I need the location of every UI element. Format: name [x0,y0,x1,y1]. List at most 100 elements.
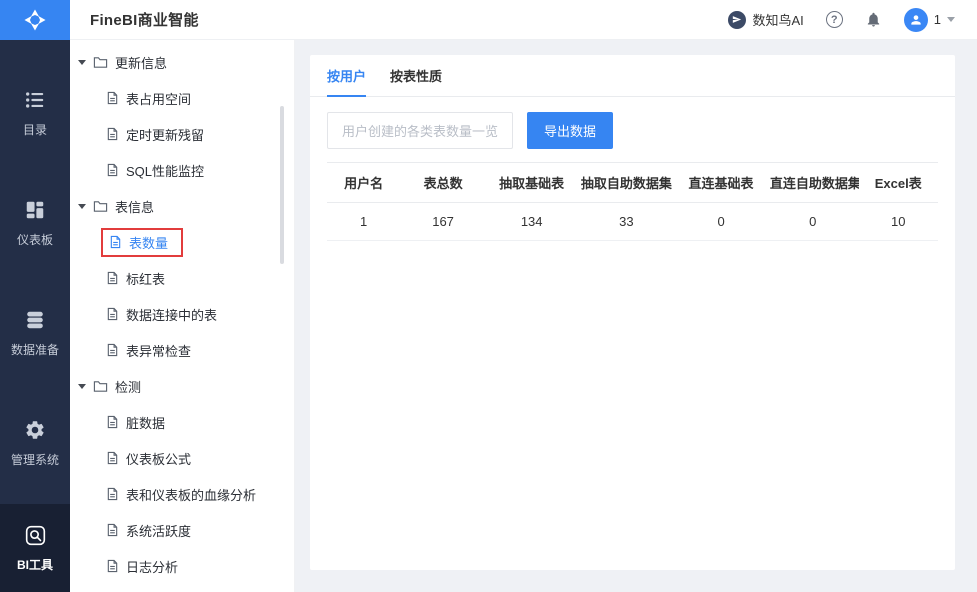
sidebar-item-label: 数据准备 [10,342,59,357]
col-header-total-tables: 表总数 [400,162,486,203]
user-badge-count: 1 [933,12,941,27]
tree-item-data-connection-tables[interactable]: 数据连接中的表 [70,296,294,332]
tree-item-scheduled-update-residue[interactable]: 定时更新残留 [70,116,294,152]
tab-by-user[interactable]: 按用户 [327,55,367,97]
tree-item-dashboard-formulas[interactable]: 仪表板公式 [70,440,294,476]
cell-extract-selfservice: 33 [577,202,676,241]
tree-group-table-info[interactable]: 表信息 [70,188,294,224]
tree-group-update-info[interactable]: 更新信息 [70,44,294,80]
caret-down-icon [78,203,86,209]
sidebar-item-dashboard[interactable]: 仪表板 [0,168,70,278]
sidebar-item-directory[interactable]: 目录 [0,58,70,168]
tree-item-label: 日志分析 [126,559,179,575]
tree-item-label: SQL性能监控 [126,163,205,179]
sidebar-item-label: BI工具 [16,557,53,572]
tree-group-label: 更新信息 [115,55,168,71]
document-icon [107,307,118,321]
main-content: 按用户 按表性质 用户创建的各类表数量一览 导出数据 用户名 表总数 抽取基础表… [295,40,977,592]
tree-item-label: 仪表板公式 [126,451,192,467]
tree-item-system-activity[interactable]: 系统活跃度 [70,512,294,548]
caret-down-icon [78,59,86,65]
col-header-extract-base: 抽取基础表 [485,162,578,203]
tree-item-label: 定时更新残留 [126,127,205,143]
header-actions: 数知鸟AI ? 1 [728,7,955,32]
chevron-down-icon [947,17,955,22]
tree-item-label: 标红表 [126,271,166,287]
sidebar-item-label: 仪表板 [16,232,53,247]
cell-direct-base: 0 [675,202,767,241]
tree-item-red-marked-tables[interactable]: 标红表 [70,260,294,296]
tree-item-table-count[interactable]: 表数量 [70,224,294,260]
tree-item-label: 表和仪表板的血缘分析 [126,487,257,503]
cell-direct-selfservice: 0 [766,202,859,241]
tree-group-detection[interactable]: 检测 [70,368,294,404]
document-icon [107,163,118,177]
ai-assistant-label: 数知鸟AI [752,13,804,28]
cell-extract-base: 134 [485,202,578,241]
app-logo[interactable] [0,0,70,40]
tree-item-log-analysis[interactable]: 日志分析 [70,548,294,584]
col-header-excel: Excel表 [858,162,938,203]
document-icon [110,235,121,249]
user-avatar [903,7,928,32]
table-description: 用户创建的各类表数量一览 [327,112,514,149]
folder-icon [93,57,108,68]
tree-scrollbar[interactable] [280,106,284,264]
tab-by-table-type[interactable]: 按表性质 [390,55,442,96]
table-header-row: 用户名 表总数 抽取基础表 抽取自助数据集 直连基础表 直连自助数据集 Exce… [327,162,938,203]
bi-tools-magnifier-icon [24,524,47,547]
tree-item-label: 表占用空间 [126,91,192,107]
dashboard-grid-icon [24,199,46,221]
col-header-username: 用户名 [327,162,401,203]
document-icon [107,127,118,141]
table-row: 1 167 134 33 0 0 10 [327,202,938,241]
sidebar-item-label: 目录 [22,122,47,137]
tree-item-table-space-usage[interactable]: 表占用空间 [70,80,294,116]
tree-group-label: 检测 [115,379,142,395]
database-icon [24,309,46,331]
finebi-logo-icon [24,9,46,31]
tree-item-table-exception-check[interactable]: 表异常检查 [70,332,294,368]
help-icon[interactable]: ? [825,11,843,28]
notification-bell-icon[interactable] [865,11,882,28]
sidebar-item-label: 管理系统 [10,452,59,467]
caret-down-icon [78,383,86,389]
sidebar-item-bi-tools[interactable]: BI工具 [0,504,70,592]
tool-tree-panel: 更新信息 表占用空间 定时更新残留 SQL性能监控 表信息 表数量 标红表 数据… [70,40,295,592]
app-title: FineBI商业智能 [90,12,199,29]
export-data-button[interactable]: 导出数据 [527,112,614,149]
table-toolbar: 用户创建的各类表数量一览 导出数据 [310,97,955,162]
document-icon [107,271,118,285]
tab-bar: 按用户 按表性质 [310,55,955,97]
ai-assistant-button[interactable]: 数知鸟AI [728,10,804,29]
col-header-direct-selfservice: 直连自助数据集 [766,162,859,203]
document-icon [107,91,118,105]
gear-icon [24,419,46,441]
user-table-counts-table: 用户名 表总数 抽取基础表 抽取自助数据集 直连基础表 直连自助数据集 Exce… [327,162,938,241]
document-icon [107,487,118,501]
help-glyph: ? [830,13,838,26]
tree-item-label: 表数量 [129,235,169,251]
document-icon [107,523,118,537]
tree-item-label: 系统活跃度 [126,523,192,539]
document-icon [107,415,118,429]
content-card: 按用户 按表性质 用户创建的各类表数量一览 导出数据 用户名 表总数 抽取基础表… [310,55,955,570]
document-icon [107,559,118,573]
tree-item-label: 脏数据 [126,415,166,431]
tree-item-lineage-analysis[interactable]: 表和仪表板的血缘分析 [70,476,294,512]
sidebar-item-admin[interactable]: 管理系统 [0,388,70,498]
sidebar-item-data-prep[interactable]: 数据准备 [0,278,70,388]
tree-item-dirty-data[interactable]: 脏数据 [70,404,294,440]
tree-item-sql-performance[interactable]: SQL性能监控 [70,152,294,188]
ai-bird-icon [728,10,747,29]
cell-excel: 10 [858,202,938,241]
cell-total-tables: 167 [400,202,486,241]
tree-item-label: 表异常检查 [126,343,192,359]
tree-group-label: 表信息 [115,199,155,215]
selected-item-highlight: 表数量 [101,227,184,257]
user-menu[interactable]: 1 [903,7,955,32]
cell-username: 1 [327,202,401,241]
folder-icon [93,381,108,392]
folder-icon [93,201,108,212]
col-header-direct-base: 直连基础表 [675,162,767,203]
